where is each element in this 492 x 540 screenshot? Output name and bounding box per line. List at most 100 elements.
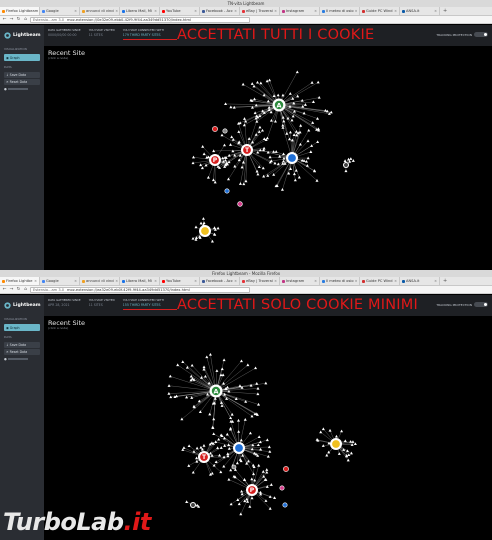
close-tab-icon[interactable]: × xyxy=(355,277,358,285)
close-tab-icon[interactable]: × xyxy=(314,7,317,15)
third-party-node[interactable] xyxy=(290,138,294,142)
third-party-node[interactable] xyxy=(250,414,254,418)
third-party-node[interactable] xyxy=(268,155,272,159)
third-party-node[interactable] xyxy=(256,172,260,176)
url-bar[interactable]: Estensio...am 3.0 moz-extension://ea32e0… xyxy=(30,286,250,293)
third-party-node[interactable] xyxy=(281,93,285,97)
third-party-node[interactable] xyxy=(224,102,228,106)
third-party-node[interactable] xyxy=(315,179,319,182)
third-party-node[interactable] xyxy=(261,470,265,473)
third-party-node[interactable] xyxy=(214,460,218,464)
forward-icon[interactable]: → xyxy=(9,287,14,292)
third-party-node[interactable] xyxy=(187,464,191,467)
third-party-node[interactable] xyxy=(260,128,264,132)
third-party-node[interactable] xyxy=(310,81,314,84)
third-party-node[interactable] xyxy=(191,155,195,159)
third-party-node[interactable] xyxy=(299,124,303,127)
third-party-node[interactable] xyxy=(242,182,246,186)
tab-5[interactable]: Facebook - Acc × xyxy=(200,7,240,15)
close-tab-icon[interactable]: × xyxy=(154,277,157,285)
third-party-node[interactable] xyxy=(241,160,245,164)
url-bar[interactable]: Estensio...am 3.0 moz-extension://0e32e0… xyxy=(30,16,250,23)
close-tab-icon[interactable]: × xyxy=(434,277,437,285)
third-party-node[interactable] xyxy=(305,164,309,167)
new-tab-icon[interactable]: + xyxy=(440,278,450,284)
third-party-node[interactable] xyxy=(206,175,210,179)
third-party-node[interactable] xyxy=(212,417,216,421)
third-party-node[interactable] xyxy=(252,97,256,101)
third-party-node[interactable] xyxy=(276,93,280,97)
third-party-node[interactable] xyxy=(176,363,180,367)
third-party-node[interactable] xyxy=(244,179,248,183)
close-tab-icon[interactable]: × xyxy=(274,277,277,285)
home-icon[interactable]: ⌂ xyxy=(23,17,28,22)
third-party-node[interactable] xyxy=(202,221,206,225)
third-party-node[interactable] xyxy=(201,217,205,220)
third-party-node[interactable] xyxy=(291,97,295,100)
third-party-node[interactable] xyxy=(294,130,298,133)
third-party-node[interactable] xyxy=(294,168,298,172)
third-party-node[interactable] xyxy=(262,146,266,150)
third-party-node[interactable] xyxy=(227,447,231,450)
third-party-node[interactable] xyxy=(213,180,217,184)
third-party-node[interactable] xyxy=(167,384,171,387)
third-party-node[interactable] xyxy=(280,188,284,191)
save-data-button[interactable]: ↓ Save Data xyxy=(4,342,40,348)
sidebar-info-row[interactable]: ● xyxy=(4,86,40,92)
third-party-node[interactable] xyxy=(268,78,272,82)
third-party-node[interactable] xyxy=(254,133,258,136)
third-party-node[interactable] xyxy=(256,443,260,447)
third-party-node[interactable] xyxy=(212,149,216,153)
tab-9[interactable]: Guide PC Wind × xyxy=(360,7,400,15)
third-party-node[interactable] xyxy=(301,104,305,108)
third-party-node[interactable] xyxy=(227,443,231,447)
home-icon[interactable]: ⌂ xyxy=(23,287,28,292)
third-party-node[interactable] xyxy=(229,502,233,506)
third-party-node[interactable] xyxy=(189,374,193,378)
third-party-node[interactable] xyxy=(225,432,229,436)
third-party-node[interactable] xyxy=(199,445,203,449)
third-party-node[interactable] xyxy=(262,174,266,178)
third-party-node[interactable] xyxy=(208,412,212,416)
third-party-node[interactable] xyxy=(273,161,277,165)
third-party-node[interactable] xyxy=(300,98,304,102)
third-party-node[interactable] xyxy=(255,119,259,123)
forward-icon[interactable]: → xyxy=(9,17,14,22)
third-party-node[interactable] xyxy=(350,443,354,446)
third-party-node[interactable] xyxy=(222,143,226,147)
third-party-node[interactable] xyxy=(306,139,310,143)
third-party-node[interactable] xyxy=(168,374,172,378)
third-party-node[interactable] xyxy=(346,449,350,453)
third-party-node[interactable] xyxy=(180,417,184,421)
third-party-node[interactable] xyxy=(243,117,247,120)
third-party-node[interactable] xyxy=(317,95,321,99)
close-tab-icon[interactable]: × xyxy=(274,7,277,15)
tab-4[interactable]: YouTube × xyxy=(160,277,200,285)
third-party-node[interactable] xyxy=(220,404,224,407)
third-party-node[interactable] xyxy=(225,385,229,389)
graph-button[interactable]: ◉ Graph xyxy=(4,54,40,61)
third-party-node[interactable] xyxy=(347,453,351,457)
tab-2[interactable]: annunci di vinci × xyxy=(80,277,120,285)
third-party-node[interactable] xyxy=(239,512,243,516)
third-party-node[interactable] xyxy=(187,444,191,448)
third-party-node[interactable] xyxy=(264,499,268,502)
third-party-node[interactable] xyxy=(220,367,224,371)
third-party-node[interactable] xyxy=(256,386,260,390)
tab-10[interactable]: ANSA.it × xyxy=(400,277,440,285)
third-party-node[interactable] xyxy=(265,468,269,471)
third-party-node[interactable] xyxy=(218,453,222,457)
small-site-node[interactable] xyxy=(222,128,228,134)
small-site-node[interactable] xyxy=(224,188,230,194)
third-party-node[interactable] xyxy=(203,374,207,378)
third-party-node[interactable] xyxy=(288,130,292,134)
tab-3[interactable]: Libero Mail, Mi × xyxy=(120,277,160,285)
network-graph[interactable]: ATP xyxy=(44,25,492,270)
third-party-node[interactable] xyxy=(292,172,296,176)
third-party-node[interactable] xyxy=(340,429,344,433)
close-tab-icon[interactable]: × xyxy=(194,7,197,15)
third-party-node[interactable] xyxy=(288,92,292,95)
third-party-node[interactable] xyxy=(248,505,252,508)
third-party-node[interactable] xyxy=(272,173,276,176)
third-party-node[interactable] xyxy=(248,431,252,435)
